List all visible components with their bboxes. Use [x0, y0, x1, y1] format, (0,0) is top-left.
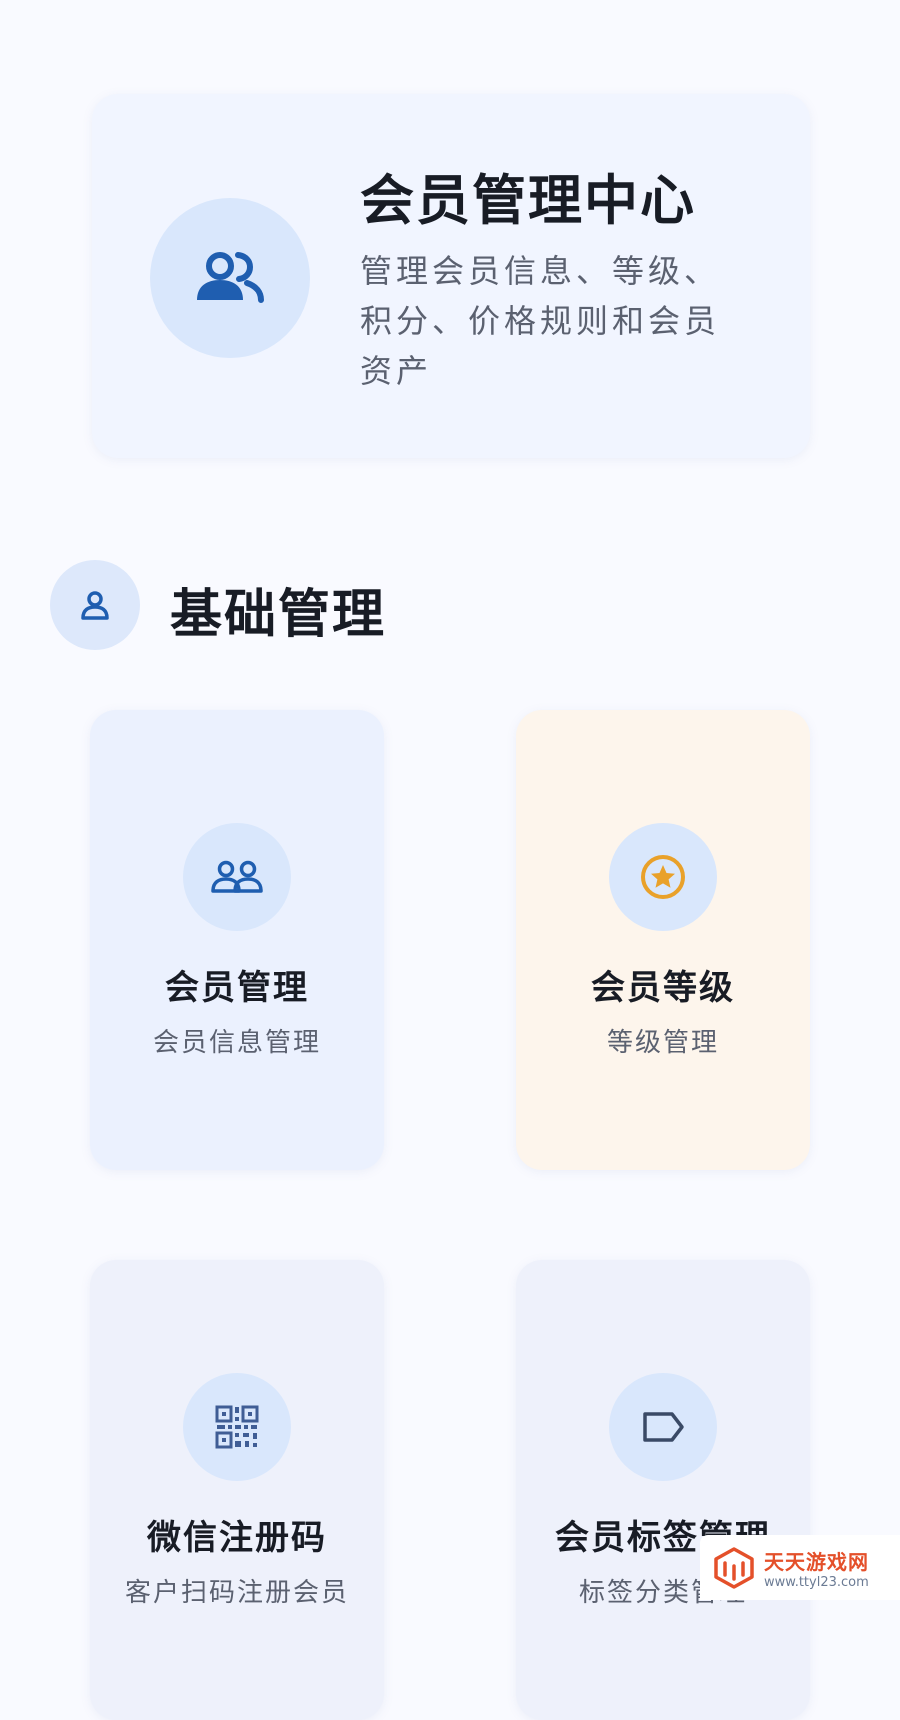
tile-icon-circle	[183, 823, 291, 931]
qr-code-icon	[215, 1405, 259, 1449]
page-title: 会员管理中心	[360, 169, 696, 232]
watermark-url: www.ttyl23.com	[764, 1574, 869, 1590]
section-icon-circle	[50, 560, 140, 650]
tile-icon-circle	[609, 1373, 717, 1481]
tile-icon-circle	[183, 1373, 291, 1481]
tile-member-level[interactable]: 会员等级 等级管理	[516, 710, 810, 1170]
tile-member-management[interactable]: 会员管理 会员信息管理	[90, 710, 384, 1170]
tile-subtitle: 会员信息管理	[152, 1028, 321, 1058]
site-logo-icon	[714, 1546, 754, 1589]
tile-member-tag-management[interactable]: 会员标签管理 标签分类管理	[516, 1260, 810, 1720]
tag-icon	[643, 1412, 684, 1442]
section-title: 基础管理	[170, 585, 387, 645]
watermark: 天天游戏网 www.ttyl23.com	[700, 1535, 900, 1600]
watermark-text: 天天游戏网	[764, 1549, 869, 1574]
tile-title: 会员等级	[591, 968, 735, 1008]
star-badge-icon	[641, 855, 685, 899]
header-icon-circle	[150, 198, 310, 358]
header-card: 会员管理中心 管理会员信息、等级、积分、价格规则和会员资产	[92, 94, 810, 458]
tile-title: 微信注册码	[147, 1518, 327, 1558]
tile-icon-circle	[609, 823, 717, 931]
tile-subtitle: 等级管理	[606, 1028, 719, 1058]
users-icon	[211, 860, 263, 893]
tile-subtitle: 客户扫码注册会员	[124, 1578, 349, 1608]
tile-wechat-register-code[interactable]: 微信注册码 客户扫码注册会员	[90, 1260, 384, 1720]
page-description: 管理会员信息、等级、积分、价格规则和会员资产	[360, 252, 721, 390]
tile-title: 会员管理	[165, 968, 309, 1008]
user-icon	[81, 591, 109, 620]
users-icon	[197, 252, 264, 303]
